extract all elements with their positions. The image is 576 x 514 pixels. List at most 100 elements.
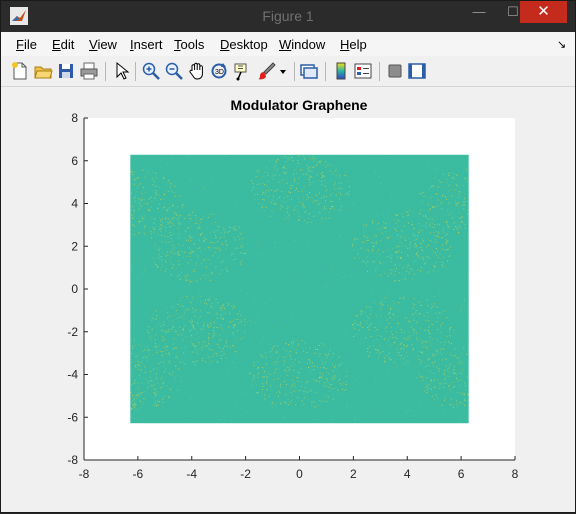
heatmap-speckle	[251, 379, 253, 381]
axes-plot[interactable]: -8 -6 -4 -2 0 2 4 6 886420-2-4-6-8	[1, 1, 576, 514]
heatmap-speckle	[180, 379, 182, 381]
heatmap-speckle	[193, 165, 195, 167]
heatmap-speckle	[241, 237, 243, 239]
heatmap-speckle	[448, 185, 450, 187]
heatmap-speckle	[179, 278, 181, 280]
heatmap-speckle	[306, 268, 308, 269]
heatmap-speckle	[287, 352, 289, 354]
heatmap-speckle	[436, 170, 438, 172]
heatmap-speckle	[361, 241, 363, 243]
heatmap-speckle	[297, 376, 299, 378]
heatmap-speckle	[178, 221, 180, 223]
heatmap-speckle	[155, 226, 156, 228]
heatmap-speckle	[163, 206, 165, 208]
heatmap-speckle	[323, 385, 325, 387]
heatmap-speckle	[356, 315, 358, 317]
heatmap-speckle	[413, 273, 415, 275]
heatmap-speckle	[320, 160, 322, 162]
heatmap-speckle	[161, 241, 163, 243]
heatmap-speckle	[427, 364, 429, 366]
heatmap-speckle	[359, 324, 361, 326]
heatmap-speckle	[137, 197, 139, 199]
heatmap-speckle	[312, 158, 314, 160]
heatmap-speckle	[196, 220, 198, 222]
heatmap-speckle	[165, 183, 167, 185]
heatmap-speckle	[462, 362, 464, 364]
heatmap-speckle	[160, 199, 162, 201]
heatmap-speckle	[433, 219, 435, 221]
heatmap-speckle	[458, 191, 460, 193]
heatmap-speckle	[301, 169, 303, 171]
heatmap-speckle	[184, 363, 186, 365]
heatmap-speckle	[402, 358, 404, 360]
heatmap-speckle	[133, 382, 135, 384]
heatmap-speckle	[445, 267, 447, 269]
heatmap-speckle	[132, 173, 134, 175]
heatmap-speckle	[135, 196, 136, 198]
heatmap-speckle	[188, 414, 190, 416]
heatmap-speckle	[430, 388, 432, 390]
heatmap-speckle	[178, 264, 180, 266]
heatmap-speckle	[262, 193, 263, 195]
heatmap-speckle	[433, 242, 435, 244]
x-tick-label: -6	[133, 467, 144, 481]
heatmap-speckle	[162, 351, 164, 353]
heatmap-speckle	[208, 259, 210, 261]
heatmap-speckle	[385, 326, 387, 328]
heatmap-speckle	[263, 376, 265, 378]
heatmap-speckle	[434, 379, 435, 381]
heatmap-speckle	[379, 157, 381, 159]
heatmap-speckle	[275, 369, 277, 370]
heatmap-speckle	[158, 249, 160, 251]
heatmap-speckle	[169, 396, 171, 398]
heatmap-speckle	[403, 344, 405, 346]
heatmap-speckle	[185, 278, 187, 279]
heatmap-speckle	[201, 346, 203, 348]
heatmap-speckle	[392, 344, 394, 346]
heatmap-speckle	[443, 348, 445, 350]
heatmap-speckle	[443, 372, 445, 374]
heatmap-speckle	[331, 421, 333, 423]
heatmap-speckle	[452, 177, 454, 179]
heatmap-speckle	[160, 378, 162, 380]
heatmap-speckle	[168, 395, 170, 397]
heatmap-speckle	[248, 159, 250, 161]
heatmap-speckle	[372, 242, 374, 244]
heatmap-speckle	[308, 175, 310, 177]
heatmap-speckle	[444, 399, 445, 401]
heatmap-speckle	[148, 380, 150, 382]
heatmap-speckle	[407, 337, 409, 339]
heatmap-speckle	[314, 365, 316, 367]
heatmap-speckle	[338, 363, 340, 365]
heatmap-speckle	[410, 210, 412, 212]
heatmap-speckle	[360, 247, 362, 249]
heatmap-speckle	[153, 218, 155, 219]
heatmap-speckle	[435, 169, 437, 171]
heatmap-speckle	[398, 272, 400, 274]
heatmap-speckle	[176, 213, 177, 215]
heatmap-speckle	[309, 347, 311, 349]
heatmap-speckle	[169, 231, 171, 233]
heatmap-speckle	[434, 385, 436, 387]
heatmap-speckle	[435, 394, 437, 396]
heatmap-speckle	[427, 161, 429, 163]
heatmap-speckle	[171, 217, 173, 219]
heatmap-speckle	[189, 194, 191, 195]
heatmap-speckle	[309, 361, 311, 363]
heatmap-speckle	[146, 326, 148, 328]
heatmap-speckle	[136, 191, 138, 193]
heatmap-speckle	[430, 208, 431, 210]
heatmap-speckle	[169, 220, 171, 222]
heatmap-speckle	[171, 223, 173, 225]
heatmap-speckle	[386, 255, 388, 257]
heatmap-speckle	[321, 342, 323, 344]
heatmap-speckle	[446, 317, 448, 319]
heatmap-speckle	[203, 322, 205, 324]
heatmap-speckle	[224, 156, 226, 157]
heatmap-speckle	[170, 306, 171, 308]
heatmap-speckle	[308, 367, 309, 368]
heatmap-speckle	[302, 348, 304, 349]
heatmap-speckle	[156, 346, 158, 348]
heatmap-speckle	[254, 194, 256, 196]
heatmap-speckle	[382, 251, 384, 253]
